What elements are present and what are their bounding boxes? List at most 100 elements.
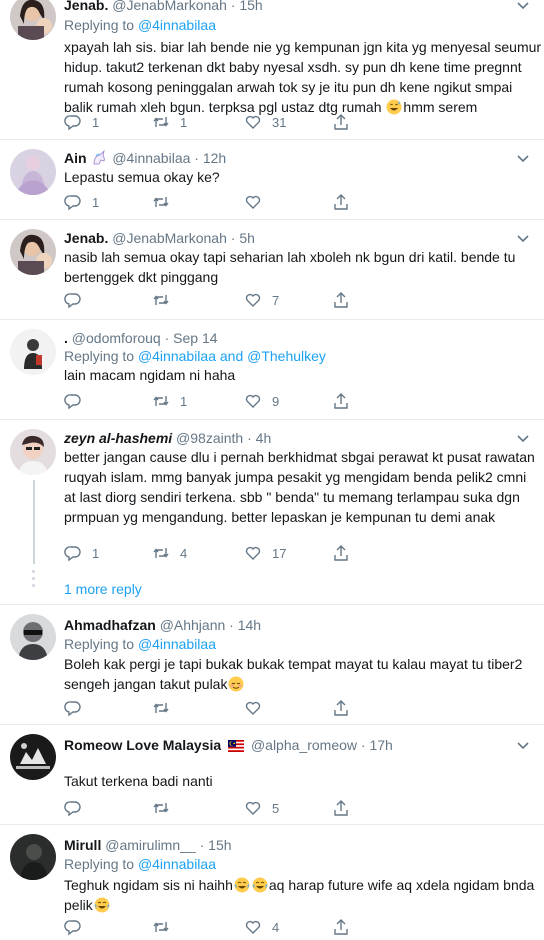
avatar[interactable] [10,229,56,275]
avatar[interactable] [10,614,56,660]
retweet-button[interactable]: 1 [152,112,190,132]
reply-button[interactable] [64,917,102,937]
timestamp[interactable]: 15h [239,0,262,13]
chevron-down-icon[interactable] [516,231,530,245]
share-button[interactable] [332,543,350,563]
mention-link[interactable]: @Thehulkey [247,348,326,364]
share-button[interactable] [332,698,350,718]
timestamp[interactable]: 14h [238,617,261,633]
share-button[interactable] [332,290,350,310]
reply-button[interactable] [64,698,102,718]
timestamp[interactable]: 12h [203,150,226,166]
show-more-replies-link[interactable]: 1 more reply [64,579,142,599]
reply-button[interactable]: 1 [64,192,102,212]
avatar[interactable] [10,734,56,780]
share-button[interactable] [332,192,350,212]
display-name[interactable]: . [64,330,68,346]
retweet-icon [153,803,169,813]
chevron-down-icon[interactable] [516,738,530,752]
heart-icon [245,195,261,209]
reply-button[interactable] [64,290,102,310]
tweet-header: Mirull @amirulimn__ · 15h [64,836,514,854]
share-icon [334,292,348,308]
retweet-button[interactable]: 4 [152,543,190,563]
tweet[interactable]: Romeow Love Malaysia @alpha_romeow · 17h… [0,725,544,825]
display-name[interactable]: Romeow Love Malaysia [64,737,221,753]
retweet-button[interactable] [152,192,190,212]
mention-link[interactable]: @4innabilaa [138,17,216,33]
like-button[interactable]: 17 [244,543,286,563]
display-name[interactable]: Ahmadhafzan [64,617,156,633]
avatar[interactable] [10,149,56,195]
replying-to: Replying to @4innabilaa [64,855,216,873]
chevron-down-icon[interactable] [516,0,530,12]
tweet-header: Ahmadhafzan @Ahhjann · 14h [64,616,514,634]
share-button[interactable] [332,112,350,132]
display-name[interactable]: Jenab. [64,0,108,13]
like-button[interactable]: 9 [244,391,282,411]
share-button[interactable] [332,391,350,411]
like-button[interactable]: 4 [244,917,282,937]
retweet-button[interactable] [152,698,190,718]
timestamp[interactable]: 15h [208,837,231,853]
reply-button[interactable]: 1 [64,112,102,132]
tweet[interactable]: Mirull @amirulimn__ · 15h Replying to @4… [0,825,544,940]
tweet-text-line: Lepastu semua okay ke? [64,169,220,185]
like-count: 9 [272,393,280,409]
share-button[interactable] [332,798,350,818]
tweet-actions: 4 [64,917,364,937]
chevron-down-icon[interactable] [516,151,530,165]
tweet[interactable]: zeyn al-hashemi @98zainth · 4h better ja… [0,420,544,605]
avatar[interactable] [10,429,56,475]
timestamp[interactable]: 17h [369,737,392,753]
user-handle[interactable]: @4innabilaa [112,150,190,166]
timestamp[interactable]: 4h [256,430,272,446]
share-button[interactable] [332,917,350,937]
user-handle[interactable]: @alpha_romeow [251,737,357,753]
chevron-down-icon[interactable] [516,431,530,445]
like-button[interactable]: 7 [244,290,282,310]
retweet-button[interactable] [152,798,190,818]
mention-link[interactable]: @4innabilaa [138,636,216,652]
display-name[interactable]: Jenab. [64,230,108,246]
like-button[interactable]: 5 [244,798,282,818]
tweet[interactable]: Ahmadhafzan @Ahhjann · 14h Replying to @… [0,605,544,725]
avatar[interactable] [10,834,56,880]
like-button[interactable]: 31 [244,112,286,132]
like-button[interactable] [244,192,282,212]
reply-button[interactable] [64,391,102,411]
user-handle[interactable]: @98zainth [176,430,243,446]
retweet-button[interactable] [152,290,190,310]
mention-link[interactable]: @4innabilaa [138,856,216,872]
user-handle[interactable]: @amirulimn__ [105,837,195,853]
display-name[interactable]: Mirull [64,837,101,853]
retweet-icon [153,197,169,207]
timestamp[interactable]: Sep 14 [173,330,217,346]
user-handle[interactable]: @odomforouq [72,330,161,346]
tweet-text-line: Takut terkena badi nanti [64,773,213,789]
reply-button[interactable] [64,798,102,818]
retweet-button[interactable] [152,917,190,937]
tweet[interactable]: Jenab. @JenabMarkonah · 5h nasib lah sem… [0,220,544,320]
like-button[interactable] [244,698,282,718]
avatar[interactable] [10,329,56,375]
display-name[interactable]: zeyn al-hashemi [64,430,172,446]
tweet-text: Takut terkena badi nanti [64,771,524,791]
user-handle[interactable]: @JenabMarkonah [112,0,227,13]
timestamp[interactable]: 5h [239,230,255,246]
tweet[interactable]: Ain @4innabilaa · 12h Lepastu semua okay… [0,140,544,220]
tweet[interactable]: . @odomforouq · Sep 14 Replying to @4inn… [0,320,544,420]
tweet[interactable]: Jenab. @JenabMarkonah · 15h Replying to … [0,0,544,140]
reply-button[interactable]: 1 [64,543,102,563]
user-handle[interactable]: @Ahhjann [160,617,226,633]
separator: · [199,837,205,853]
user-handle[interactable]: @JenabMarkonah [112,230,227,246]
display-name[interactable]: Ain [64,150,87,166]
like-count: 5 [272,800,280,816]
mention-link[interactable]: @4innabilaa [138,348,216,364]
tweet-text-line: lain macam ngidam ni haha [64,367,236,383]
tweet-header: zeyn al-hashemi @98zainth · 4h [64,429,514,447]
tweet-actions: 1 1 31 [64,112,364,132]
retweet-button[interactable]: 1 [152,391,190,411]
avatar[interactable] [10,0,56,40]
